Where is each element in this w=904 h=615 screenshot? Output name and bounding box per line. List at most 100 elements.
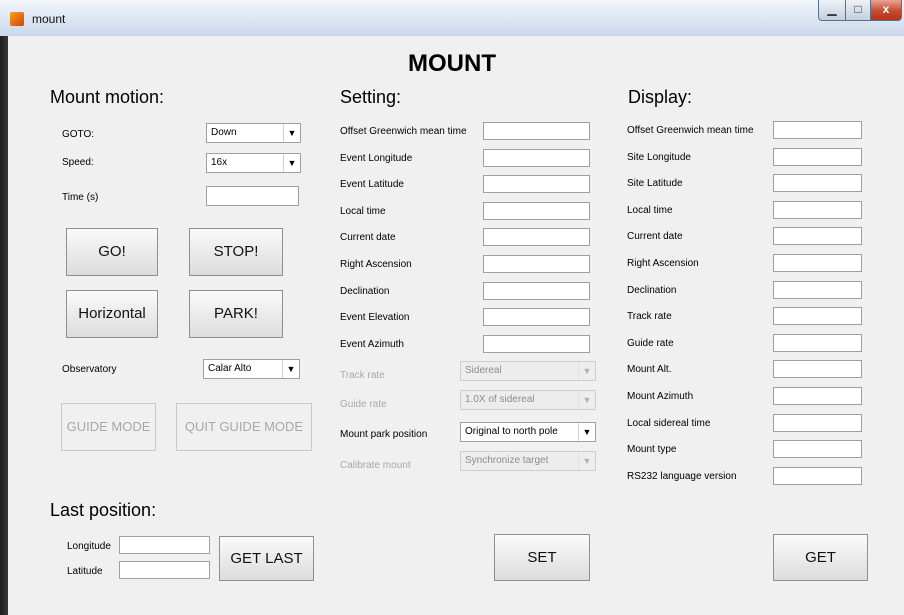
- setting-field-label: Right Ascension: [340, 259, 412, 270]
- guide-rate-select[interactable]: 1.0X of sidereal ▼: [460, 390, 596, 410]
- display-heading: Display:: [628, 87, 693, 107]
- stop-button[interactable]: STOP!: [189, 228, 283, 276]
- time-label: Time (s): [62, 192, 99, 203]
- display-field-label: Mount Azimuth: [627, 391, 694, 402]
- display-field-label: Track rate: [627, 311, 672, 323]
- display-field-label: Site Longitude: [627, 151, 691, 163]
- setting-field-input[interactable]: [483, 281, 590, 300]
- display-field-input[interactable]: [773, 121, 862, 139]
- setting-field-input[interactable]: [483, 255, 590, 273]
- park-button[interactable]: PARK!: [189, 290, 283, 338]
- goto-value: Down: [211, 127, 237, 138]
- title-bar[interactable]: mount ▁ □ x: [0, 0, 904, 37]
- matlab-icon: [10, 12, 24, 26]
- setting-field-label: Declination: [340, 285, 390, 297]
- display-field-label: Right Ascension: [627, 258, 699, 269]
- observatory-value: Calar Alto: [208, 363, 252, 374]
- page-title: MOUNT: [408, 50, 496, 77]
- get-button[interactable]: GET: [773, 534, 868, 581]
- longitude-label: Longitude: [67, 541, 111, 552]
- calibrate-select[interactable]: Synchronize target ▼: [460, 451, 596, 471]
- track-rate-select[interactable]: Sidereal ▼: [460, 361, 596, 381]
- track-rate-value: Sidereal: [465, 365, 502, 376]
- latitude-input[interactable]: [119, 561, 210, 579]
- mount-window: mount ▁ □ x MOUNT Mount motion: GOTO: Do…: [0, 0, 904, 615]
- speed-select[interactable]: 16x ▼: [206, 153, 301, 173]
- setting-field-label: Event Azimuth: [340, 338, 404, 350]
- guide-rate-label: Guide rate: [340, 399, 387, 410]
- chevron-down-icon: ▼: [283, 154, 300, 172]
- display-field-input[interactable]: [773, 174, 862, 193]
- setting-field-input[interactable]: [483, 201, 590, 220]
- park-position-select[interactable]: Original to north pole ▼: [460, 422, 596, 442]
- goto-label: GOTO:: [62, 129, 95, 140]
- calibrate-value: Synchronize target: [465, 455, 549, 466]
- setting-field-label: Local time: [340, 205, 386, 217]
- set-button[interactable]: SET: [494, 534, 590, 581]
- display-field-input[interactable]: [773, 280, 862, 299]
- goto-select[interactable]: Down ▼: [206, 123, 301, 143]
- go-button[interactable]: GO!: [66, 228, 158, 276]
- setting-field-label: Event Longitude: [340, 152, 413, 164]
- setting-field-label: Event Elevation: [340, 312, 410, 324]
- display-field-label: Site Latitude: [627, 178, 683, 190]
- window-title: mount: [32, 12, 66, 26]
- maximize-button[interactable]: □: [845, 0, 871, 21]
- window-edge: [0, 36, 8, 615]
- minimize-button[interactable]: ▁: [818, 0, 846, 21]
- last-position-heading: Last position:: [50, 500, 157, 520]
- horizontal-button[interactable]: Horizontal: [66, 290, 158, 338]
- park-position-label: Mount park position: [340, 429, 428, 440]
- close-button[interactable]: x: [870, 0, 902, 21]
- display-field-input[interactable]: [773, 227, 862, 246]
- setting-field-input[interactable]: [483, 122, 590, 140]
- display-field-label: Mount Alt.: [627, 364, 672, 376]
- display-field-label: Guide rate: [627, 337, 674, 349]
- quit-guide-mode-button[interactable]: QUIT GUIDE MODE: [176, 403, 312, 451]
- setting-field-input[interactable]: [483, 228, 590, 247]
- speed-label: Speed:: [62, 157, 94, 168]
- track-rate-label: Track rate: [340, 370, 385, 381]
- display-field-input[interactable]: [773, 440, 862, 459]
- display-field-label: Offset Greenwich mean time: [627, 125, 754, 136]
- time-input[interactable]: [206, 186, 299, 206]
- observatory-select[interactable]: Calar Alto ▼: [203, 359, 300, 379]
- longitude-input[interactable]: [119, 536, 210, 554]
- chevron-down-icon: ▼: [283, 124, 300, 142]
- chevron-down-icon: ▼: [578, 423, 595, 441]
- display-field-label: Local sidereal time: [627, 417, 711, 429]
- display-field-input[interactable]: [773, 466, 862, 485]
- display-field-input[interactable]: [773, 147, 862, 166]
- setting-field-input[interactable]: [483, 175, 590, 194]
- chevron-down-icon: ▼: [578, 391, 595, 409]
- display-field-input[interactable]: [773, 333, 862, 352]
- speed-value: 16x: [211, 157, 228, 168]
- observatory-label: Observatory: [62, 364, 117, 375]
- setting-field-label: Event Latitude: [340, 179, 404, 191]
- setting-field-input[interactable]: [483, 334, 590, 353]
- setting-field-input[interactable]: [483, 148, 590, 167]
- display-field-input[interactable]: [773, 360, 862, 379]
- guide-mode-button[interactable]: GUIDE MODE: [61, 403, 156, 451]
- display-field-input[interactable]: [773, 200, 862, 219]
- park-position-value: Original to north pole: [465, 426, 558, 437]
- mount-motion-heading: Mount motion:: [50, 87, 165, 107]
- guide-rate-value: 1.0X of sidereal: [465, 394, 535, 405]
- setting-field-label: Current date: [340, 232, 396, 244]
- latitude-label: Latitude: [67, 566, 103, 577]
- chevron-down-icon: ▼: [578, 362, 595, 380]
- setting-field-input[interactable]: [483, 308, 590, 327]
- display-field-label: Mount type: [627, 444, 677, 456]
- chevron-down-icon: ▼: [578, 452, 595, 470]
- display-field-label: RS232 language version: [627, 470, 737, 482]
- display-field-label: Declination: [627, 284, 677, 296]
- display-field-input[interactable]: [773, 307, 862, 326]
- display-field-input[interactable]: [773, 413, 862, 432]
- setting-field-label: Offset Greenwich mean time: [340, 126, 467, 137]
- display-field-input[interactable]: [773, 387, 862, 405]
- display-field-label: Current date: [627, 231, 683, 243]
- display-field-input[interactable]: [773, 254, 862, 272]
- display-field-label: Local time: [627, 204, 673, 216]
- chevron-down-icon: ▼: [282, 360, 299, 378]
- get-last-button[interactable]: GET LAST: [219, 536, 314, 581]
